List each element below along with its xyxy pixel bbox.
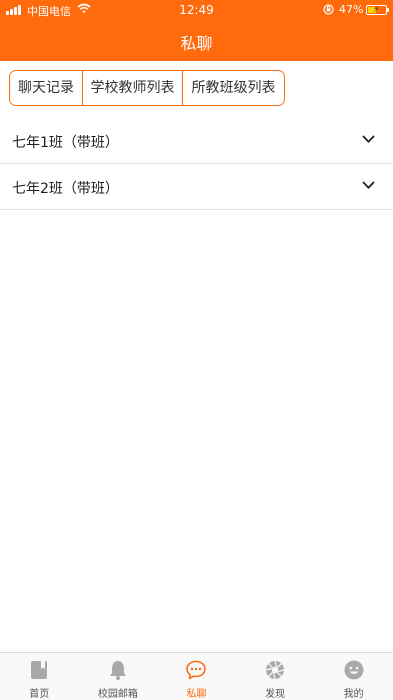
tab-chat-history[interactable]: 聊天记录 xyxy=(10,71,83,105)
status-time: 12:49 xyxy=(179,3,214,17)
class-row-label: 七年2班（带班） xyxy=(12,181,119,197)
page-title: 私聊 xyxy=(180,34,213,53)
tabbar-item-discover[interactable]: 发现 xyxy=(236,653,315,700)
app-header: 中国电信 12:49 47% ⚡ 私聊 xyxy=(0,0,393,61)
tab-school-teachers[interactable]: 学校教师列表 xyxy=(83,71,183,105)
class-row-2[interactable]: 七年2班（带班） xyxy=(0,164,393,210)
battery-percent: 47% xyxy=(339,3,364,16)
battery-icon: ⚡ xyxy=(366,5,389,15)
tabbar-label: 私聊 xyxy=(186,689,207,700)
tabbar-item-home[interactable]: 首页 xyxy=(0,653,79,700)
book-icon xyxy=(31,661,48,679)
bell-icon xyxy=(109,661,126,680)
tab-taught-classes[interactable]: 所教班级列表 xyxy=(183,71,284,105)
tabbar-item-private-chat[interactable]: 私聊 xyxy=(157,653,236,700)
chevron-down-icon xyxy=(362,181,375,189)
tabbar-item-me[interactable]: 我的 xyxy=(314,653,393,700)
chevron-down-icon xyxy=(362,135,375,143)
aperture-icon xyxy=(265,660,285,680)
smiley-icon xyxy=(344,660,364,680)
tabbar-label: 首页 xyxy=(29,689,50,700)
bottom-tabbar: 首页 校园邮箱 私聊 发现 我的 xyxy=(0,652,393,700)
segment-tabs: 聊天记录 学校教师列表 所教班级列表 xyxy=(9,70,285,106)
class-list: 七年1班（带班） 七年2班（带班） xyxy=(0,118,393,210)
class-row-label: 七年1班（带班） xyxy=(12,135,119,151)
class-row-1[interactable]: 七年1班（带班） xyxy=(0,118,393,164)
tabbar-label: 我的 xyxy=(343,689,364,700)
chat-bubble-icon xyxy=(186,660,207,680)
tabbar-item-campus-mail[interactable]: 校园邮箱 xyxy=(79,653,158,700)
status-bar: 中国电信 12:49 47% ⚡ xyxy=(0,0,393,20)
tabbar-label: 发现 xyxy=(265,689,286,700)
orientation-lock-icon xyxy=(323,4,334,15)
tabbar-label: 校园邮箱 xyxy=(97,689,138,700)
